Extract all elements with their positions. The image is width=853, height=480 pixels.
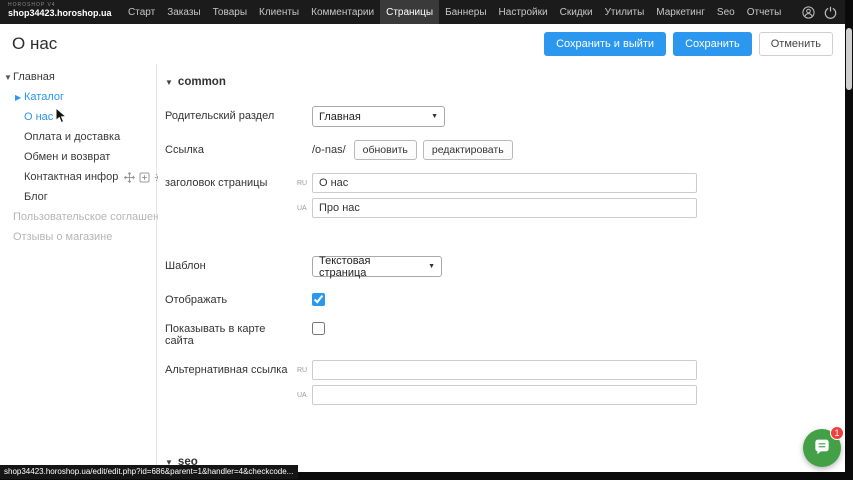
chat-bubble-icon (812, 438, 832, 458)
template-select[interactable]: Текстовая страница ▼ (312, 256, 442, 277)
nav-item-10[interactable]: Утилиты (599, 0, 651, 24)
page-edit-form: ▼ common Родительский раздел Главная ▼ С… (158, 64, 845, 472)
section-common-title: common (178, 76, 226, 88)
form-row-alt-link: Альтернативная ссылка RU UA (165, 360, 845, 430)
form-row-page-title: заголовок страницы RU UA (165, 173, 845, 243)
section-common[interactable]: ▼ common (165, 76, 845, 88)
top-bar: HOROSHOP V4 shop34423.horoshop.ua СтартЗ… (0, 0, 853, 24)
chevron-down-icon: ▼ (428, 263, 435, 270)
parent-section-value: Главная (319, 111, 361, 123)
field-label: Ссылка (165, 140, 297, 156)
field-label: Родительский раздел (165, 106, 297, 122)
alt-link-ua-input[interactable] (312, 385, 697, 405)
pages-tree-sidebar: ▼Главная▶КаталогО насОплата и доставкаОб… (0, 64, 157, 472)
sidebar-item-4[interactable]: Оплата и доставка (0, 127, 156, 147)
user-icon[interactable] (802, 6, 815, 19)
sidebar-item-7[interactable]: Блог (0, 187, 156, 207)
page-title-ua-input[interactable] (312, 198, 697, 218)
sidebar-item-5[interactable]: Обмен и возврат (0, 147, 156, 167)
form-row-display: Отображать (165, 290, 845, 306)
edit-link-button[interactable]: редактировать (423, 140, 513, 160)
logout-icon[interactable] (824, 6, 837, 19)
alt-link-ru-input[interactable] (312, 360, 697, 380)
sidebar-item-label: Контактная инфор (24, 171, 118, 183)
sidebar-item-label: Пользовательское соглашение (13, 211, 171, 223)
sidebar-item-label: Каталог (24, 91, 64, 103)
nav-item-13[interactable]: Отчеты (741, 0, 788, 24)
nav-item-3[interactable]: Товары (207, 0, 253, 24)
nav-item-9[interactable]: Скидки (554, 0, 599, 24)
form-row-sitemap: Показывать в карте сайта (165, 319, 845, 347)
sidebar-item-label: Блог (24, 191, 48, 203)
sidebar-item-label: Отзывы о магазине (13, 231, 112, 243)
save-and-exit-button[interactable]: Сохранить и выйти (544, 32, 666, 56)
lang-ua-label: UA (297, 392, 312, 399)
field-label: заголовок страницы (165, 173, 297, 189)
field-label: Шаблон (165, 256, 297, 272)
chat-unread-badge: 1 (830, 426, 844, 440)
refresh-link-button[interactable]: обновить (354, 140, 417, 160)
page-title: О нас (12, 34, 57, 54)
lang-ru-label: RU (297, 180, 312, 187)
chat-widget-button[interactable]: 1 (803, 429, 841, 467)
logo-shop-domain: shop34423.horoshop.ua (8, 9, 122, 19)
nav-item-11[interactable]: Маркетинг (650, 0, 711, 24)
app-window: HOROSHOP V4 shop34423.horoshop.ua СтартЗ… (0, 0, 853, 480)
nav-item-12[interactable]: Seo (711, 0, 741, 24)
nav-item-5[interactable]: Комментарии (305, 0, 380, 24)
lang-ru-label: RU (297, 367, 312, 374)
chevron-down-icon: ▼ (431, 113, 438, 120)
form-row-parent: Родительский раздел Главная ▼ (165, 106, 845, 127)
form-row-template: Шаблон Текстовая страница ▼ (165, 256, 845, 277)
save-button[interactable]: Сохранить (673, 32, 752, 56)
caret-down-icon[interactable]: ▼ (4, 73, 13, 82)
form-row-link: Ссылка /o-nas/ обновить редактировать (165, 140, 845, 160)
display-checkbox[interactable] (312, 293, 325, 306)
template-value: Текстовая страница (319, 255, 418, 279)
sidebar-item-9[interactable]: Отзывы о магазине (0, 227, 156, 247)
vertical-scrollbar[interactable] (846, 28, 852, 90)
caret-right-icon[interactable]: ▶ (15, 93, 24, 102)
sidebar-item-label: О нас (24, 111, 53, 123)
parent-section-select[interactable]: Главная ▼ (312, 106, 445, 127)
header-actions: Сохранить и выйти Сохранить Отменить (544, 32, 833, 56)
nav-item-7[interactable]: Баннеры (439, 0, 492, 24)
move-icon[interactable] (124, 172, 135, 183)
logo[interactable]: HOROSHOP V4 shop34423.horoshop.ua (0, 0, 122, 24)
sidebar-item-2[interactable]: ▶Каталог (0, 87, 156, 107)
status-bar-url: shop34423.horoshop.ua/edit/edit.php?id=6… (0, 465, 298, 479)
link-value: /o-nas/ (312, 144, 346, 156)
sidebar-item-8[interactable]: Пользовательское соглашение (0, 207, 156, 227)
add-icon[interactable] (139, 172, 150, 183)
field-label: Показывать в карте сайта (165, 319, 297, 347)
sidebar-item-6[interactable]: Контактная инфор (0, 167, 156, 187)
sidebar-item-3[interactable]: О нас (0, 107, 156, 127)
nav-item-8[interactable]: Настройки (493, 0, 554, 24)
sidebar-item-label: Главная (13, 71, 55, 83)
field-label: Отображать (165, 290, 297, 306)
sidebar-item-1[interactable]: ▼Главная (0, 67, 156, 87)
nav-item-1[interactable]: Старт (122, 0, 161, 24)
page-title-ru-input[interactable] (312, 173, 697, 193)
nav-item-6[interactable]: Страницы (380, 0, 439, 24)
lang-ua-label: UA (297, 205, 312, 212)
right-edge-strip (845, 0, 853, 480)
sidebar-item-label: Оплата и доставка (24, 131, 120, 143)
field-label: Альтернативная ссылка (165, 360, 297, 376)
section-collapse-icon: ▼ (165, 78, 173, 87)
cancel-button[interactable]: Отменить (759, 32, 833, 56)
page-header: О нас Сохранить и выйти Сохранить Отмени… (0, 24, 845, 64)
sidebar-item-label: Обмен и возврат (24, 151, 110, 163)
sitemap-checkbox[interactable] (312, 322, 325, 335)
nav-item-4[interactable]: Клиенты (253, 0, 305, 24)
top-nav: СтартЗаказыТоварыКлиентыКомментарииСтран… (122, 0, 787, 24)
nav-item-2[interactable]: Заказы (161, 0, 206, 24)
